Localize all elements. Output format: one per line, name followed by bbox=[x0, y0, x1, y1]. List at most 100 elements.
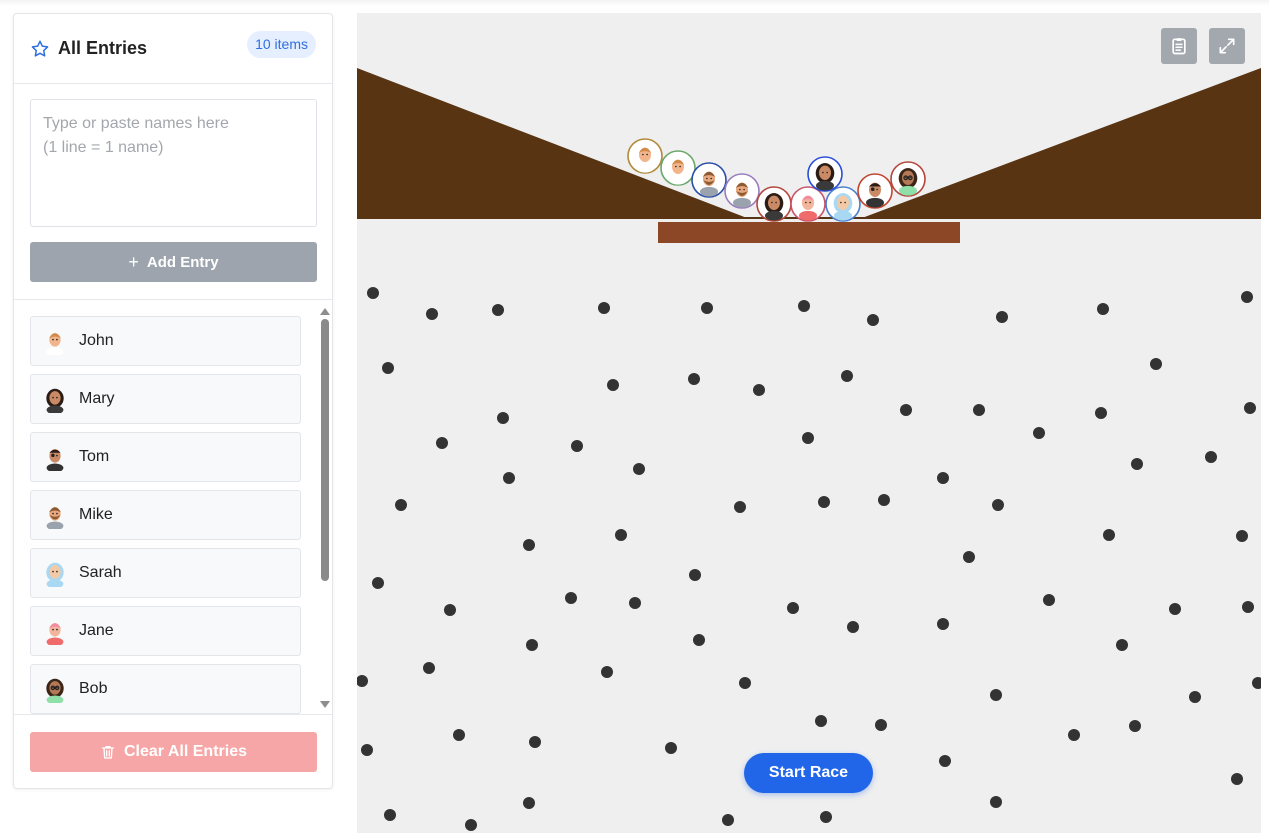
panel-header: All Entries 10 items bbox=[14, 14, 332, 84]
clear-all-label: Clear All Entries bbox=[123, 743, 247, 760]
entry-name: Sarah bbox=[79, 564, 122, 581]
peg bbox=[367, 287, 379, 299]
peg bbox=[820, 811, 832, 823]
names-input[interactable] bbox=[30, 99, 317, 227]
peg bbox=[818, 496, 830, 508]
racer-avatar bbox=[833, 193, 853, 221]
entry-item[interactable]: Jane bbox=[30, 606, 301, 656]
racer-avatar bbox=[898, 168, 918, 196]
peg bbox=[436, 437, 448, 449]
peg bbox=[787, 602, 799, 614]
start-race-button[interactable]: Start Race bbox=[744, 753, 873, 793]
peg bbox=[1205, 451, 1217, 463]
expand-icon bbox=[1219, 38, 1235, 54]
peg bbox=[1129, 720, 1141, 732]
star-icon bbox=[31, 40, 49, 57]
race-stage[interactable]: Start Race bbox=[357, 13, 1261, 833]
peg bbox=[1103, 529, 1115, 541]
peg bbox=[361, 744, 373, 756]
entry-item[interactable]: Bob bbox=[30, 664, 301, 714]
peg bbox=[357, 675, 368, 687]
peg bbox=[1095, 407, 1107, 419]
peg bbox=[937, 472, 949, 484]
racer-avatar bbox=[815, 163, 835, 191]
peg bbox=[963, 551, 975, 563]
peg bbox=[693, 634, 705, 646]
fullscreen-button[interactable] bbox=[1209, 28, 1245, 64]
peg bbox=[973, 404, 985, 416]
entry-item[interactable]: Tom bbox=[30, 432, 301, 482]
scrollbar-thumb[interactable] bbox=[321, 319, 329, 581]
peg bbox=[1043, 594, 1055, 606]
racer-avatar bbox=[764, 193, 784, 221]
add-entry-label: Add Entry bbox=[146, 253, 219, 271]
plus-icon: + bbox=[128, 252, 139, 272]
peg bbox=[1189, 691, 1201, 703]
peg bbox=[990, 796, 1002, 808]
peg bbox=[565, 592, 577, 604]
woman-hijab-avatar-icon bbox=[46, 562, 64, 587]
panel-title: All Entries bbox=[58, 38, 148, 58]
entry-count-badge: 10 items bbox=[247, 31, 316, 58]
peg bbox=[1131, 458, 1143, 470]
peg bbox=[665, 742, 677, 754]
right-ramp bbox=[862, 68, 1261, 218]
start-gate bbox=[658, 222, 960, 243]
peg bbox=[601, 666, 613, 678]
peg bbox=[497, 412, 509, 424]
peg bbox=[523, 797, 535, 809]
avatar-face bbox=[46, 449, 64, 471]
peg bbox=[1252, 677, 1261, 689]
peg bbox=[503, 472, 515, 484]
peg bbox=[688, 373, 700, 385]
peg bbox=[1150, 358, 1162, 370]
peg bbox=[1244, 402, 1256, 414]
avatar-face bbox=[46, 678, 64, 703]
woman-pink-hair-avatar-icon bbox=[46, 623, 64, 645]
peg bbox=[426, 308, 438, 320]
peg bbox=[1068, 729, 1080, 741]
peg bbox=[607, 379, 619, 391]
peg bbox=[615, 529, 627, 541]
clipboard-button[interactable] bbox=[1161, 28, 1197, 64]
peg bbox=[382, 362, 394, 374]
peg bbox=[444, 604, 456, 616]
add-entry-button[interactable]: + Add Entry bbox=[30, 242, 317, 282]
peg bbox=[1236, 530, 1248, 542]
peg bbox=[372, 577, 384, 589]
peg bbox=[598, 302, 610, 314]
avatar-face bbox=[46, 507, 64, 529]
clear-all-button[interactable]: Clear All Entries bbox=[30, 732, 317, 772]
entry-item[interactable]: Mary bbox=[30, 374, 301, 424]
peg bbox=[939, 755, 951, 767]
peg bbox=[739, 677, 751, 689]
entry-item[interactable]: John bbox=[30, 316, 301, 366]
entry-name: Bob bbox=[79, 680, 108, 697]
peg bbox=[1169, 603, 1181, 615]
peg bbox=[689, 569, 701, 581]
entry-name: Mike bbox=[79, 506, 113, 523]
peg bbox=[529, 736, 541, 748]
peg bbox=[878, 494, 890, 506]
entry-name: Mary bbox=[79, 390, 115, 407]
peg bbox=[847, 621, 859, 633]
peg bbox=[722, 814, 734, 826]
entry-item[interactable]: Sarah bbox=[30, 548, 301, 598]
peg bbox=[1097, 303, 1109, 315]
scrollbar[interactable] bbox=[320, 308, 330, 708]
man-eyepatch-avatar-icon bbox=[46, 449, 64, 471]
scroll-down-arrow-icon[interactable] bbox=[320, 701, 330, 708]
man-beard-avatar-icon bbox=[46, 507, 64, 529]
entry-name: Tom bbox=[79, 448, 110, 465]
entry-name: Jane bbox=[79, 622, 114, 639]
peg bbox=[992, 499, 1004, 511]
scroll-up-arrow-icon[interactable] bbox=[320, 308, 330, 315]
peg bbox=[753, 384, 765, 396]
left-ramp bbox=[357, 68, 747, 218]
peg bbox=[453, 729, 465, 741]
entry-item[interactable]: Mike bbox=[30, 490, 301, 540]
man-short-hair-avatar-icon bbox=[46, 333, 64, 355]
person-curly-hair-glasses-avatar-icon bbox=[46, 678, 64, 703]
entry-list[interactable]: John Mary Tom Mike Sarah Jane Bob bbox=[14, 299, 332, 715]
peg bbox=[492, 304, 504, 316]
